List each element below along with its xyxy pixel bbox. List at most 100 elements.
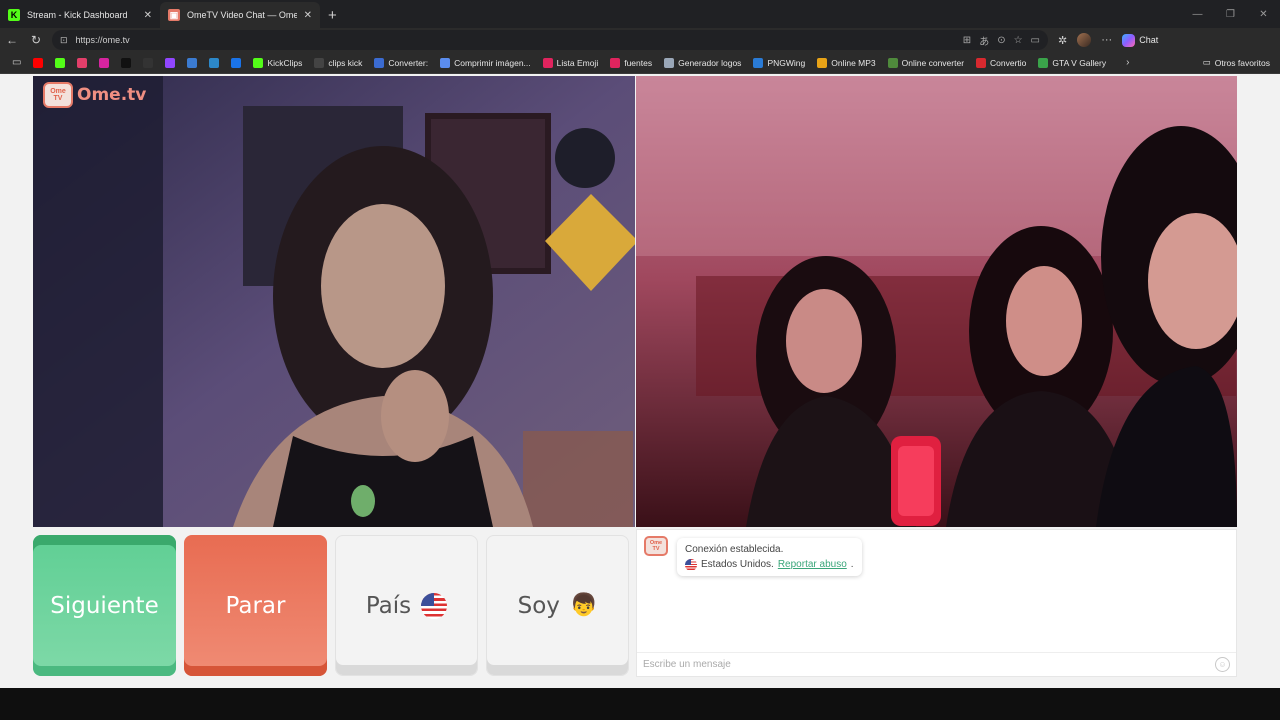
bookmark-item[interactable] bbox=[159, 52, 181, 74]
message-input[interactable] bbox=[643, 659, 1215, 670]
bookmark-label: PNGWing bbox=[767, 57, 806, 68]
bookmark-item[interactable]: Generador logos bbox=[658, 52, 747, 74]
site-info-icon[interactable]: ⊡ bbox=[60, 35, 68, 46]
page: Ome TV Ome.tv Siguiente Parar País Soy 👦… bbox=[0, 74, 1280, 688]
country-label: País bbox=[365, 592, 412, 619]
bookmark-item[interactable] bbox=[71, 52, 93, 74]
bookmark-item[interactable]: Online converter bbox=[882, 52, 970, 74]
kick-icon: K bbox=[8, 9, 20, 21]
close-icon[interactable]: ✕ bbox=[144, 10, 152, 21]
close-icon[interactable]: ✕ bbox=[304, 10, 312, 21]
kick-alt-icon bbox=[77, 57, 88, 68]
bookmark-label: Online converter bbox=[901, 57, 965, 68]
gender-button[interactable]: Soy 👦 bbox=[486, 535, 629, 676]
bookmark-item[interactable]: Converter: bbox=[368, 52, 434, 74]
system-message: Conexión establecida. Estados Unidos. Re… bbox=[677, 538, 862, 576]
bookmark-item[interactable] bbox=[181, 52, 203, 74]
bookmark-item[interactable]: clips kick bbox=[308, 52, 368, 74]
translate-icon[interactable]: あ bbox=[979, 33, 989, 48]
tracking-icon[interactable]: ⊙ bbox=[997, 35, 1005, 46]
bookmark-item[interactable]: PNGWing bbox=[747, 52, 811, 74]
bookmark-item[interactable]: KickClips bbox=[247, 52, 308, 74]
copilot-button[interactable]: Chat bbox=[1122, 33, 1159, 47]
connection-status: Conexión establecida. bbox=[685, 544, 784, 555]
bookmark-item[interactable] bbox=[27, 52, 49, 74]
convertio-icon bbox=[976, 57, 987, 68]
remote-video bbox=[636, 76, 1237, 527]
bookmark-item[interactable]: fuentes bbox=[604, 52, 658, 74]
boy-emoji-icon: 👦 bbox=[569, 593, 598, 618]
gem-icon bbox=[664, 57, 675, 68]
country-button[interactable]: País bbox=[335, 535, 478, 676]
bolt-icon bbox=[542, 57, 553, 68]
bookmark-label: Generador logos bbox=[678, 57, 742, 68]
bookmark-item[interactable]: Online MP3 bbox=[811, 52, 881, 74]
other-favorites-folder[interactable]: ▭ Otros favoritos bbox=[1197, 52, 1280, 74]
partner-country: Estados Unidos. bbox=[701, 559, 774, 570]
favorite-star-icon[interactable]: ☆ bbox=[1014, 35, 1023, 46]
page-scrollbar[interactable] bbox=[1272, 74, 1280, 688]
close-window-icon[interactable]: ✕ bbox=[1247, 0, 1280, 28]
oc-icon bbox=[887, 57, 898, 68]
bookmark-label: Converter: bbox=[388, 57, 429, 68]
twitch-icon bbox=[165, 57, 176, 68]
back-icon[interactable]: ← bbox=[0, 28, 24, 52]
camera-icon[interactable]: ▭ bbox=[1031, 35, 1040, 46]
bookmark-item[interactable] bbox=[225, 52, 247, 74]
bookmark-item[interactable] bbox=[93, 52, 115, 74]
tiktok-icon bbox=[121, 57, 132, 68]
tab-kick-dashboard[interactable]: K Stream - Kick Dashboard ✕ bbox=[0, 2, 160, 28]
local-video-frame bbox=[33, 76, 635, 527]
bookmark-item[interactable]: Lista Emoji bbox=[537, 52, 605, 74]
tab-ometv[interactable]: ▣ OmeTV Video Chat — Omegle ✕ bbox=[160, 2, 320, 28]
other-favorites-label: Otros favoritos bbox=[1214, 57, 1270, 68]
refresh-icon[interactable]: ↻ bbox=[24, 28, 48, 52]
wing-icon bbox=[753, 57, 764, 68]
bookmark-item[interactable] bbox=[115, 52, 137, 74]
browser-toolbar: ✲ ··· Chat bbox=[1058, 33, 1158, 47]
bookmark-item[interactable]: Comprimir imágen... bbox=[434, 52, 537, 74]
streamlabs-icon bbox=[143, 57, 154, 68]
bookmark-item[interactable] bbox=[137, 52, 159, 74]
bookmark-item[interactable]: Convertio bbox=[970, 52, 1032, 74]
ometv-logo-text: Ome.tv bbox=[77, 85, 147, 105]
gta-icon bbox=[1038, 57, 1049, 68]
ometv-logo[interactable]: Ome TV Ome.tv bbox=[43, 82, 146, 108]
minimize-icon[interactable]: — bbox=[1181, 0, 1214, 28]
emoji-icon[interactable]: ☺ bbox=[1215, 657, 1230, 672]
bookmark-label: GTA V Gallery bbox=[1052, 57, 1107, 68]
youtube-icon bbox=[33, 57, 44, 68]
ometv-app: Ome TV Ome.tv Siguiente Parar País Soy 👦… bbox=[0, 74, 1280, 688]
profile-avatar[interactable] bbox=[1077, 33, 1092, 47]
stop-label: Parar bbox=[225, 592, 286, 619]
bolt-icon bbox=[610, 57, 621, 68]
tab-strip: K Stream - Kick Dashboard ✕ ▣ OmeTV Vide… bbox=[0, 0, 1280, 28]
app-available-icon[interactable]: ⊞ bbox=[963, 35, 971, 46]
edge-icon bbox=[231, 57, 242, 68]
restore-icon[interactable]: ❐ bbox=[1214, 0, 1247, 28]
copilot-label: Chat bbox=[1139, 35, 1159, 45]
bookmark-label: fuentes bbox=[624, 57, 653, 68]
bookmark-item[interactable]: GTA V Gallery bbox=[1032, 52, 1112, 74]
bookmark-item[interactable] bbox=[203, 52, 225, 74]
remote-video-frame bbox=[636, 76, 1237, 527]
message-bar: ☺ bbox=[637, 652, 1236, 676]
url-field[interactable]: ⊡ https://ome.tv ⊞ あ ⊙ ☆ ▭ bbox=[52, 30, 1048, 50]
next-button[interactable]: Siguiente bbox=[33, 535, 176, 676]
extensions-icon[interactable]: ✲ bbox=[1058, 34, 1067, 47]
bookmark-label: Lista Emoji bbox=[556, 57, 599, 68]
tab-title: Stream - Kick Dashboard bbox=[27, 10, 128, 20]
url-text: https://ome.tv bbox=[75, 35, 130, 45]
next-label: Siguiente bbox=[50, 592, 159, 619]
new-tab-button[interactable]: + bbox=[320, 2, 345, 28]
us-flag-icon bbox=[685, 558, 697, 571]
report-abuse-link[interactable]: Reportar abuso bbox=[778, 557, 847, 572]
more-icon[interactable]: ··· bbox=[1101, 34, 1112, 46]
bookmarks-menu-icon[interactable]: ▭ bbox=[6, 52, 27, 74]
bookmark-item[interactable] bbox=[49, 52, 71, 74]
stop-button[interactable]: Parar bbox=[184, 535, 327, 676]
bookmarks-overflow-icon[interactable]: › bbox=[1120, 52, 1135, 74]
bookmark-label: clips kick bbox=[328, 57, 363, 68]
tool-icon bbox=[187, 57, 198, 68]
dots-icon bbox=[817, 57, 828, 68]
